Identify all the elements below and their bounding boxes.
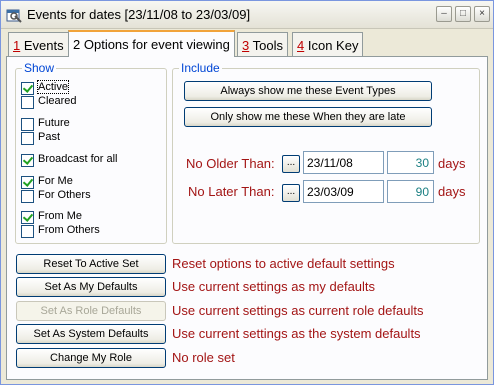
checkbox-box[interactable] bbox=[21, 82, 34, 95]
set-as-my-defaults-button[interactable]: Set As My Defaults bbox=[16, 277, 166, 297]
change-my-role-button[interactable]: Change My Role bbox=[16, 348, 166, 368]
reset-description: Reset options to active default settings bbox=[172, 256, 395, 271]
tab-tools[interactable]: 3 Tools bbox=[237, 32, 288, 56]
only-show-when-late-button[interactable]: Only show me these When they are late bbox=[184, 107, 432, 127]
system-defaults-description: Use current settings as the system defau… bbox=[172, 326, 421, 341]
always-show-event-types-button[interactable]: Always show me these Event Types bbox=[184, 81, 432, 101]
no-later-date-picker-button[interactable]: ... bbox=[282, 184, 300, 202]
tab-icon-key[interactable]: 4 Icon Key bbox=[292, 32, 364, 56]
set-as-role-defaults-button[interactable]: Set As Role Defaults bbox=[16, 301, 166, 321]
tab-events[interactable]: 1 Events bbox=[8, 32, 69, 56]
checkbox-label: Broadcast for all bbox=[38, 153, 118, 165]
reset-to-active-set-button[interactable]: Reset To Active Set bbox=[16, 254, 166, 274]
tab-number: 3 bbox=[242, 38, 250, 53]
checkbox-label: Active bbox=[37, 80, 69, 94]
no-later-date-field[interactable]: 23/03/09 bbox=[303, 180, 384, 203]
close-button[interactable]: × bbox=[474, 6, 490, 22]
role-defaults-description: Use current settings as current role def… bbox=[172, 303, 424, 318]
show-group-title: Show bbox=[22, 61, 57, 75]
checkbox-label: Past bbox=[38, 131, 61, 143]
no-later-days-field[interactable]: 90 bbox=[387, 180, 434, 203]
checkbox-label: For Me bbox=[38, 175, 73, 187]
role-status: No role set bbox=[172, 350, 235, 365]
set-as-system-defaults-button[interactable]: Set As System Defaults bbox=[16, 324, 166, 344]
checkbox-box[interactable] bbox=[21, 96, 34, 109]
checkbox-label: From Others bbox=[38, 224, 100, 236]
checkbox-label: For Others bbox=[38, 189, 91, 201]
checkbox-box[interactable] bbox=[21, 132, 34, 145]
no-older-days-field[interactable]: 30 bbox=[387, 151, 434, 174]
tab-label: Tools bbox=[252, 38, 283, 53]
include-group-title: Include bbox=[179, 61, 222, 75]
checkbox-label: From Me bbox=[38, 210, 82, 222]
my-defaults-description: Use current settings as my defaults bbox=[172, 279, 376, 294]
checkbox-box[interactable] bbox=[21, 225, 34, 238]
no-older-than-label: No Older Than: bbox=[186, 156, 275, 171]
tab-number: 1 bbox=[13, 38, 21, 53]
tab-label: Icon Key bbox=[307, 38, 359, 53]
checkbox-box[interactable] bbox=[21, 118, 34, 131]
tab-number: 2 bbox=[73, 37, 81, 52]
no-older-date-field[interactable]: 23/11/08 bbox=[303, 151, 384, 174]
tab-label: Options for event viewing bbox=[83, 37, 230, 52]
checkbox-label: Cleared bbox=[38, 95, 77, 107]
checkbox-label: Future bbox=[38, 117, 70, 129]
app-icon bbox=[6, 9, 22, 23]
checkbox-box[interactable] bbox=[21, 211, 34, 224]
title-bar[interactable]: Events for dates [23/11/08 to 23/03/09] … bbox=[1, 1, 493, 29]
checkbox-box[interactable] bbox=[21, 190, 34, 203]
events-window: Events for dates [23/11/08 to 23/03/09] … bbox=[0, 0, 494, 385]
minimize-button[interactable]: – bbox=[436, 6, 452, 22]
no-later-than-label: No Later Than: bbox=[188, 184, 275, 199]
tab-options[interactable]: 2 Options for event viewing bbox=[68, 30, 235, 57]
tab-number: 4 bbox=[297, 38, 305, 53]
days-label: days bbox=[438, 184, 466, 199]
days-label: days bbox=[438, 156, 466, 171]
checkbox-box[interactable] bbox=[21, 176, 34, 189]
tab-label: Events bbox=[23, 38, 64, 53]
checkbox-box[interactable] bbox=[21, 154, 34, 167]
no-older-date-picker-button[interactable]: ... bbox=[282, 155, 300, 173]
maximize-button[interactable]: □ bbox=[455, 6, 471, 22]
window-title: Events for dates [23/11/08 to 23/03/09] bbox=[27, 7, 251, 22]
